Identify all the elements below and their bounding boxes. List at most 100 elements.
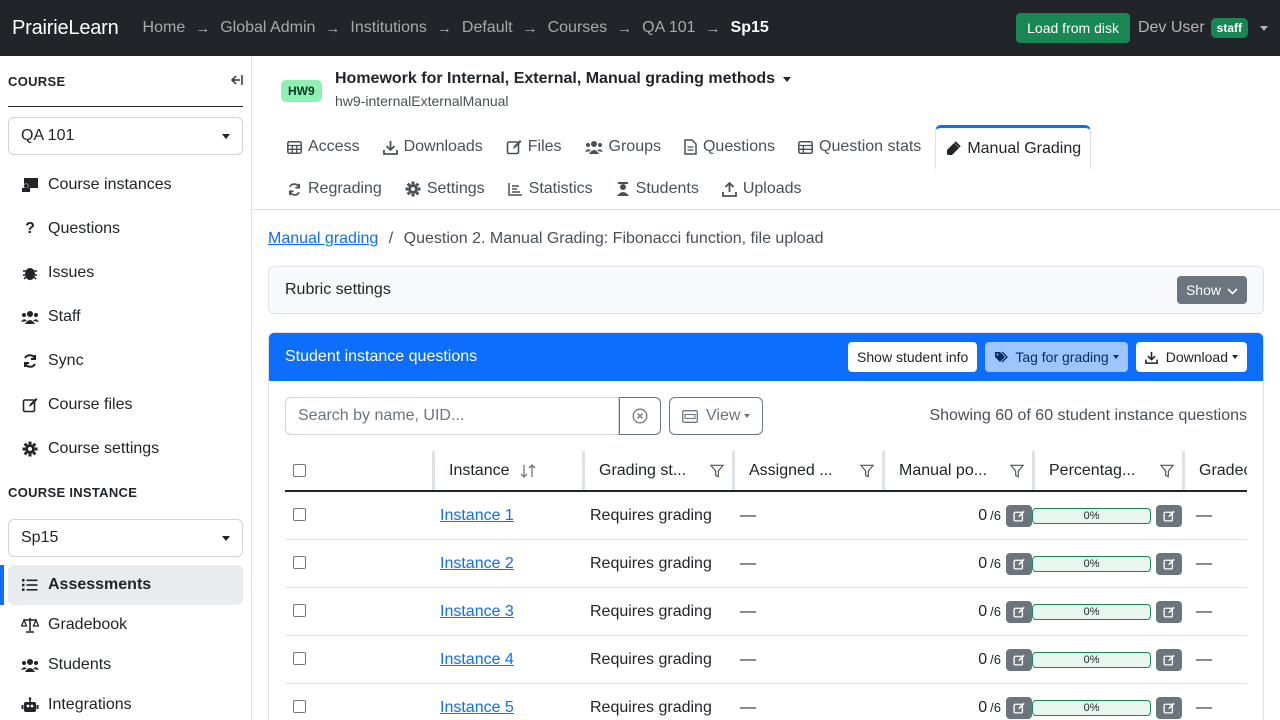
brand-logo[interactable]: PrairieLearn xyxy=(12,17,119,40)
filter-icon[interactable] xyxy=(710,464,724,478)
tab-label: Uploads xyxy=(742,180,802,197)
collapse-sidebar-icon[interactable] xyxy=(223,73,243,90)
list-icon xyxy=(20,578,40,592)
instance-link[interactable]: Instance 4 xyxy=(440,651,514,669)
main-content: HW9 Homework for Internal, External, Man… xyxy=(252,56,1280,720)
clear-search-button[interactable] xyxy=(619,397,661,435)
breadcrumb-manual-grading-link[interactable]: Manual grading xyxy=(268,230,378,247)
tab-statistics[interactable]: Statistics xyxy=(499,168,602,210)
edit-percentage-button[interactable] xyxy=(1156,648,1182,671)
tab-label: Downloads xyxy=(403,138,483,155)
sidebar-item-course-files[interactable]: Course files xyxy=(0,383,251,427)
assigned-cell: — xyxy=(740,650,756,668)
show-student-info-button[interactable]: Show student info xyxy=(848,342,978,372)
edit-percentage-button[interactable] xyxy=(1156,552,1182,575)
tab-uploads[interactable]: Uploads xyxy=(713,168,811,210)
sidebar-item-integrations[interactable]: Integrations xyxy=(0,685,251,720)
edit-points-button[interactable] xyxy=(1006,600,1032,623)
rubric-settings-title: Rubric settings xyxy=(285,281,391,298)
filter-icon[interactable] xyxy=(860,464,874,478)
sidebar-item-gradebook[interactable]: Gradebook xyxy=(0,605,251,645)
instance-link[interactable]: Instance 2 xyxy=(440,555,514,573)
tab-label: Settings xyxy=(426,180,485,197)
table-icon xyxy=(287,140,302,154)
table-row: Instance 2 Requires grading — 0 /6 0% — xyxy=(285,540,1247,588)
breadcrumb-global-admin[interactable]: Global Admin xyxy=(220,19,315,37)
percentage-bar: 0% xyxy=(1032,651,1152,668)
top-navbar: PrairieLearn Home → Global Admin → Insti… xyxy=(0,0,1280,56)
filter-icon[interactable] xyxy=(1160,464,1174,478)
column-header-instance[interactable]: Instance xyxy=(432,451,582,490)
breadcrumb-default[interactable]: Default xyxy=(462,19,513,37)
edit-points-button[interactable] xyxy=(1006,648,1032,671)
select-all-checkbox[interactable] xyxy=(293,464,306,477)
arrow-right-icon: → xyxy=(195,19,211,37)
sidebar-item-staff[interactable]: Staff xyxy=(0,295,251,339)
edit-points-button[interactable] xyxy=(1006,504,1032,527)
tab-settings[interactable]: Settings xyxy=(396,168,494,210)
column-header-grading-status[interactable]: Grading st... xyxy=(582,451,732,490)
sidebar-item-assessments[interactable]: Assessments xyxy=(0,565,243,605)
assessment-title-dropdown[interactable]: Homework for Internal, External, Manual … xyxy=(335,70,792,88)
tab-access[interactable]: Access xyxy=(278,126,369,168)
tab-questions[interactable]: Questions xyxy=(675,126,784,168)
edit-percentage-button[interactable] xyxy=(1156,504,1182,527)
sidebar-item-label: Gradebook xyxy=(48,616,128,633)
breadcrumb-courses[interactable]: Courses xyxy=(548,19,608,37)
tab-regrading[interactable]: Regrading xyxy=(278,168,391,210)
instance-link[interactable]: Instance 5 xyxy=(440,699,514,717)
edit-points-button[interactable] xyxy=(1006,696,1032,719)
tab-question-stats[interactable]: Question stats xyxy=(789,126,930,168)
tab-groups[interactable]: Groups xyxy=(576,126,670,168)
view-button[interactable]: View xyxy=(669,397,764,435)
instance-link[interactable]: Instance 1 xyxy=(440,507,514,525)
users-icon xyxy=(20,310,40,324)
sync-icon xyxy=(287,182,302,197)
edit-points-button[interactable] xyxy=(1006,552,1032,575)
sidebar-item-students[interactable]: Students xyxy=(0,645,251,685)
course-nav: Course instances ? Questions Issues Staf… xyxy=(0,163,251,471)
instance-link[interactable]: Instance 3 xyxy=(440,603,514,621)
user-menu[interactable]: Dev User staff xyxy=(1138,18,1268,38)
sidebar-item-sync[interactable]: Sync xyxy=(0,339,251,383)
row-checkbox[interactable] xyxy=(293,556,306,569)
course-instance-select[interactable]: Sp15 xyxy=(8,519,243,557)
edit-percentage-button[interactable] xyxy=(1156,600,1182,623)
filter-icon[interactable] xyxy=(1010,464,1024,478)
row-checkbox[interactable] xyxy=(293,652,306,665)
breadcrumb-instance[interactable]: Sp15 xyxy=(731,19,769,37)
manual-points-cell: 0 /6 xyxy=(882,540,1032,587)
sidebar-item-label: Course instances xyxy=(48,176,172,193)
sidebar-item-questions[interactable]: ? Questions xyxy=(0,207,251,251)
load-from-disk-button[interactable]: Load from disk xyxy=(1016,13,1130,43)
edit-percentage-button[interactable] xyxy=(1156,696,1182,719)
search-input[interactable]: Search by name, UID... xyxy=(285,397,619,435)
column-header-percentage[interactable]: Percentag... xyxy=(1032,451,1182,490)
sidebar-item-course-settings[interactable]: Course settings xyxy=(0,427,251,471)
robot-icon xyxy=(20,697,40,713)
breadcrumb-separator: / xyxy=(388,230,394,247)
breadcrumb-course[interactable]: QA 101 xyxy=(642,19,695,37)
tab-files[interactable]: Files xyxy=(497,126,571,168)
tab-students[interactable]: Students xyxy=(607,168,708,210)
download-button[interactable]: Download xyxy=(1135,342,1247,372)
tab-manual-grading[interactable]: Manual Grading xyxy=(935,125,1092,169)
course-select-value: QA 101 xyxy=(21,127,75,144)
sidebar-item-issues[interactable]: Issues xyxy=(0,251,251,295)
column-header-manual-points[interactable]: Manual po... xyxy=(882,451,1032,490)
tab-label: Students xyxy=(635,180,699,197)
course-select[interactable]: QA 101 xyxy=(8,117,243,155)
show-rubric-button[interactable]: Show xyxy=(1176,276,1247,304)
column-header-graded[interactable]: Gradec xyxy=(1182,451,1247,490)
breadcrumb-home[interactable]: Home xyxy=(143,19,186,37)
sidebar-item-course-instances[interactable]: Course instances xyxy=(0,163,251,207)
row-checkbox[interactable] xyxy=(293,604,306,617)
column-header-assigned[interactable]: Assigned ... xyxy=(732,451,882,490)
breadcrumb-institutions[interactable]: Institutions xyxy=(350,19,426,37)
row-checkbox[interactable] xyxy=(293,700,306,713)
assessment-badge: HW9 xyxy=(281,80,322,102)
tag-for-grading-button[interactable]: Tag for grading xyxy=(985,342,1128,372)
sort-icon[interactable] xyxy=(520,463,536,478)
row-checkbox[interactable] xyxy=(293,508,306,521)
tab-downloads[interactable]: Downloads xyxy=(374,126,492,168)
